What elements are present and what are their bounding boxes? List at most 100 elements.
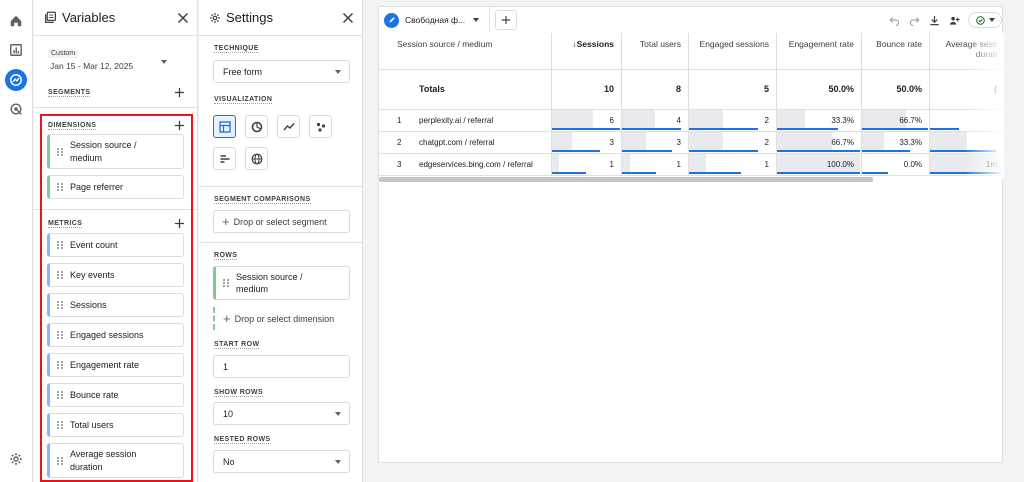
exploration-canvas: Свободная ф... Session source / medium ↓S… [378,6,1004,463]
chevron-down-icon[interactable] [473,18,480,22]
metric-chip[interactable]: Event count [47,233,184,257]
drag-handle-icon[interactable] [56,182,64,192]
row-metric-value: 1 [676,160,681,169]
tab-free-form[interactable]: Свободная ф... [379,7,490,33]
cell-bar-indicator [622,172,657,174]
column-header-metric[interactable]: Total users [621,33,688,69]
row-metric-value: 6 [609,116,614,125]
date-range-picker[interactable]: Custom Jan 15 - Mar 12, 2025 [44,46,189,84]
visualization-label: VISUALIZATION [214,96,273,104]
cell-bar-indicator [862,128,928,130]
dimension-chip[interactable]: Page referrer [47,175,184,199]
viz-donut-button[interactable] [245,115,268,138]
drag-handle-icon[interactable] [56,330,64,340]
drag-handle-icon[interactable] [56,300,64,310]
cell-bar-indicator [777,172,860,174]
column-header-dimension[interactable]: Session source / medium [379,33,551,69]
viz-bar-button[interactable] [213,147,236,170]
column-header-label: Engaged sessions [699,39,769,49]
advertising-icon[interactable] [5,98,27,120]
row-metric-value: 100.0% [826,160,854,169]
add-tab-button[interactable] [495,10,517,30]
column-header-metric[interactable]: Engagement rate [776,33,861,69]
plus-icon: + [222,214,230,229]
horizontal-scrollbar[interactable] [379,177,873,182]
drag-handle-icon[interactable] [56,360,64,370]
show-rows-value: 10 [223,408,234,419]
row-dimension-line1: Session source / [236,271,303,282]
drag-handle-icon[interactable] [56,390,64,400]
metric-chip[interactable]: Engagement rate [47,353,184,377]
add-segment-plus-icon[interactable] [174,87,185,98]
explore-icon[interactable] [5,69,27,91]
column-header-metric[interactable]: ↓Sessions [551,33,621,69]
add-dimension-plus-icon[interactable] [174,120,185,131]
column-header-label: Bounce rate [876,39,922,49]
column-divider [688,109,689,131]
drag-handle-icon[interactable] [222,278,230,288]
start-row-input[interactable]: 1 [213,355,350,378]
cell-bar-indicator [622,128,681,130]
viz-line-button[interactable] [277,115,300,138]
column-divider [861,109,862,131]
cell-bar-indicator [862,172,889,174]
drag-handle-icon[interactable] [56,420,64,430]
divider [199,186,363,187]
drag-handle-icon[interactable] [56,456,64,466]
admin-gear-icon[interactable] [5,448,27,470]
nested-rows-label: NESTED ROWS [214,436,271,444]
segment-drop-text: Drop or select segment [233,216,327,227]
cell-bar-indicator [622,150,673,152]
metric-chip[interactable]: Engaged sessions [47,323,184,347]
start-row-value: 1 [223,361,229,372]
column-divider [621,109,622,131]
add-metric-plus-icon[interactable] [174,218,185,229]
column-divider [776,153,777,175]
chip-label-line1: Average session [70,449,137,460]
row-index: 3 [397,160,402,169]
globe-icon [251,153,262,164]
dimension-drop-zone[interactable]: + Drop or select dimension [213,307,350,330]
viz-table-button[interactable] [213,115,236,138]
metric-chip[interactable]: Average session duration [47,443,184,478]
plus-icon: + [223,311,231,326]
undo-icon[interactable] [884,10,904,30]
metric-chip[interactable]: Total users [47,413,184,437]
column-divider [621,131,622,153]
metric-chip[interactable]: Key events [47,263,184,287]
viz-scatter-button[interactable] [309,115,332,138]
close-icon[interactable] [342,12,354,24]
metric-chip[interactable]: Bounce rate [47,383,184,407]
row-dimension-chip[interactable]: Session source / medium [213,266,350,300]
row-metric-value: 33.3% [831,116,854,125]
row-metric-value: 3 [609,138,614,147]
nested-rows-select[interactable]: No [213,450,350,473]
scroll-fade [964,33,1004,178]
redo-icon[interactable] [904,10,924,30]
cell-bar-indicator [777,128,838,130]
dimension-chip[interactable]: Session source / medium [47,134,184,169]
row-metric-value: 2 [764,116,769,125]
show-rows-select[interactable]: 10 [213,402,350,425]
segment-drop-zone[interactable]: + Drop or select segment [213,210,350,233]
cell-bar-background [930,132,967,152]
chip-label-line1: Event count [70,239,118,250]
share-user-icon[interactable] [944,10,964,30]
drag-handle-icon[interactable] [56,270,64,280]
viz-geo-button[interactable] [245,147,268,170]
download-icon[interactable] [924,10,944,30]
drag-handle-icon[interactable] [56,240,64,250]
metric-chip[interactable]: Sessions [47,293,184,317]
home-icon[interactable] [5,10,27,32]
column-header-metric[interactable]: Engaged sessions [688,33,776,69]
close-icon[interactable] [177,12,189,24]
row-metric-value: 4 [676,116,681,125]
column-header-metric[interactable]: Bounce rate [861,33,929,69]
status-button[interactable] [968,12,1002,28]
reports-icon[interactable] [5,39,27,61]
show-rows-label: SHOW ROWS [214,389,264,397]
chip-label-line2: medium [70,152,103,163]
drag-handle-icon[interactable] [56,147,64,157]
technique-value: Free form [223,66,263,77]
technique-select[interactable]: Free form [213,60,350,83]
